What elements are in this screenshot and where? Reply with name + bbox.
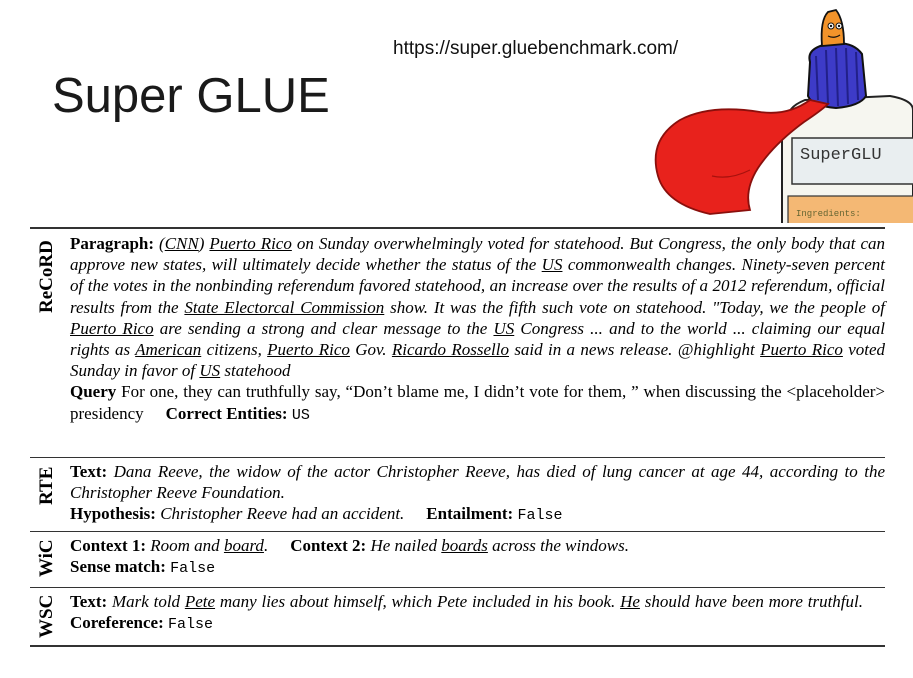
ingredients-text: Ingredients: <box>796 209 861 219</box>
slide-title: Super GLUE <box>52 69 330 123</box>
wic-body: Context 1: Room and board. Context 2: He … <box>70 535 885 579</box>
glue-mascot-illustration: SuperGLU Ingredients: <box>654 8 913 223</box>
wic-side-label: WiC <box>36 539 57 577</box>
entailment-value: False <box>517 507 563 525</box>
table-bottom-rule <box>30 645 885 647</box>
rte-section: RTE Text: Dana Reeve, the widow of the a… <box>30 460 885 528</box>
record-section: ReCoRD Paragraph: (CNN) Puerto Rico on S… <box>30 231 885 453</box>
paragraph-text: (CNN) Puerto Rico on Sunday overwhelming… <box>70 234 886 381</box>
rte-text-value: Dana Reeve, the widow of the actor Chris… <box>70 462 885 503</box>
rule-rte <box>30 457 885 458</box>
record-query: Query For one, they can truthfully say, … <box>70 381 885 425</box>
record-body: Paragraph: (CNN) Puerto Rico on Sunday o… <box>70 233 885 426</box>
wic-section: WiC Context 1: Room and board. Context 2:… <box>30 534 885 586</box>
wsc-text-label: Text: <box>70 592 108 611</box>
context2-label: Context 2: <box>290 536 367 555</box>
query-label: Query <box>70 382 117 402</box>
paragraph-label: Paragraph: <box>70 234 155 253</box>
sense-match-value: False <box>170 560 216 578</box>
coreference-label: Coreference: <box>70 613 164 633</box>
hypothesis-value: Christopher Reeve had an accident. <box>160 504 405 524</box>
record-side-label: ReCoRD <box>36 240 57 314</box>
bottle-label-text: SuperGLU <box>800 146 882 165</box>
wsc-text-value: Mark told Pete many lies about himself, … <box>111 592 863 611</box>
rule-wic <box>30 531 885 532</box>
context1-label: Context 1: <box>70 536 147 555</box>
wsc-body: Text: Mark told Pete many lies about him… <box>70 591 885 635</box>
context1-value: Room and board. <box>150 536 269 555</box>
rule-wsc <box>30 587 885 588</box>
rte-body: Text: Dana Reeve, the widow of the actor… <box>70 461 885 527</box>
sense-match-label: Sense match: <box>70 557 166 577</box>
entailment-label: Entailment: <box>426 504 514 524</box>
record-paragraph: Paragraph: (CNN) Puerto Rico on Sunday o… <box>70 233 885 381</box>
context2-value: He nailed boards across the windows. <box>370 536 629 555</box>
coreference-value: False <box>168 616 214 634</box>
hypothesis-label: Hypothesis: <box>70 504 156 524</box>
rte-side-label: RTE <box>36 466 57 506</box>
entities-value: US <box>291 406 310 424</box>
wsc-side-label: WSC <box>36 594 57 638</box>
wsc-section: WSC Text: Mark told Pete many lies about… <box>30 590 885 644</box>
table-top-rule <box>30 227 885 229</box>
rte-text-label: Text: <box>70 462 108 481</box>
entities-label: Correct Entities: <box>165 403 288 423</box>
